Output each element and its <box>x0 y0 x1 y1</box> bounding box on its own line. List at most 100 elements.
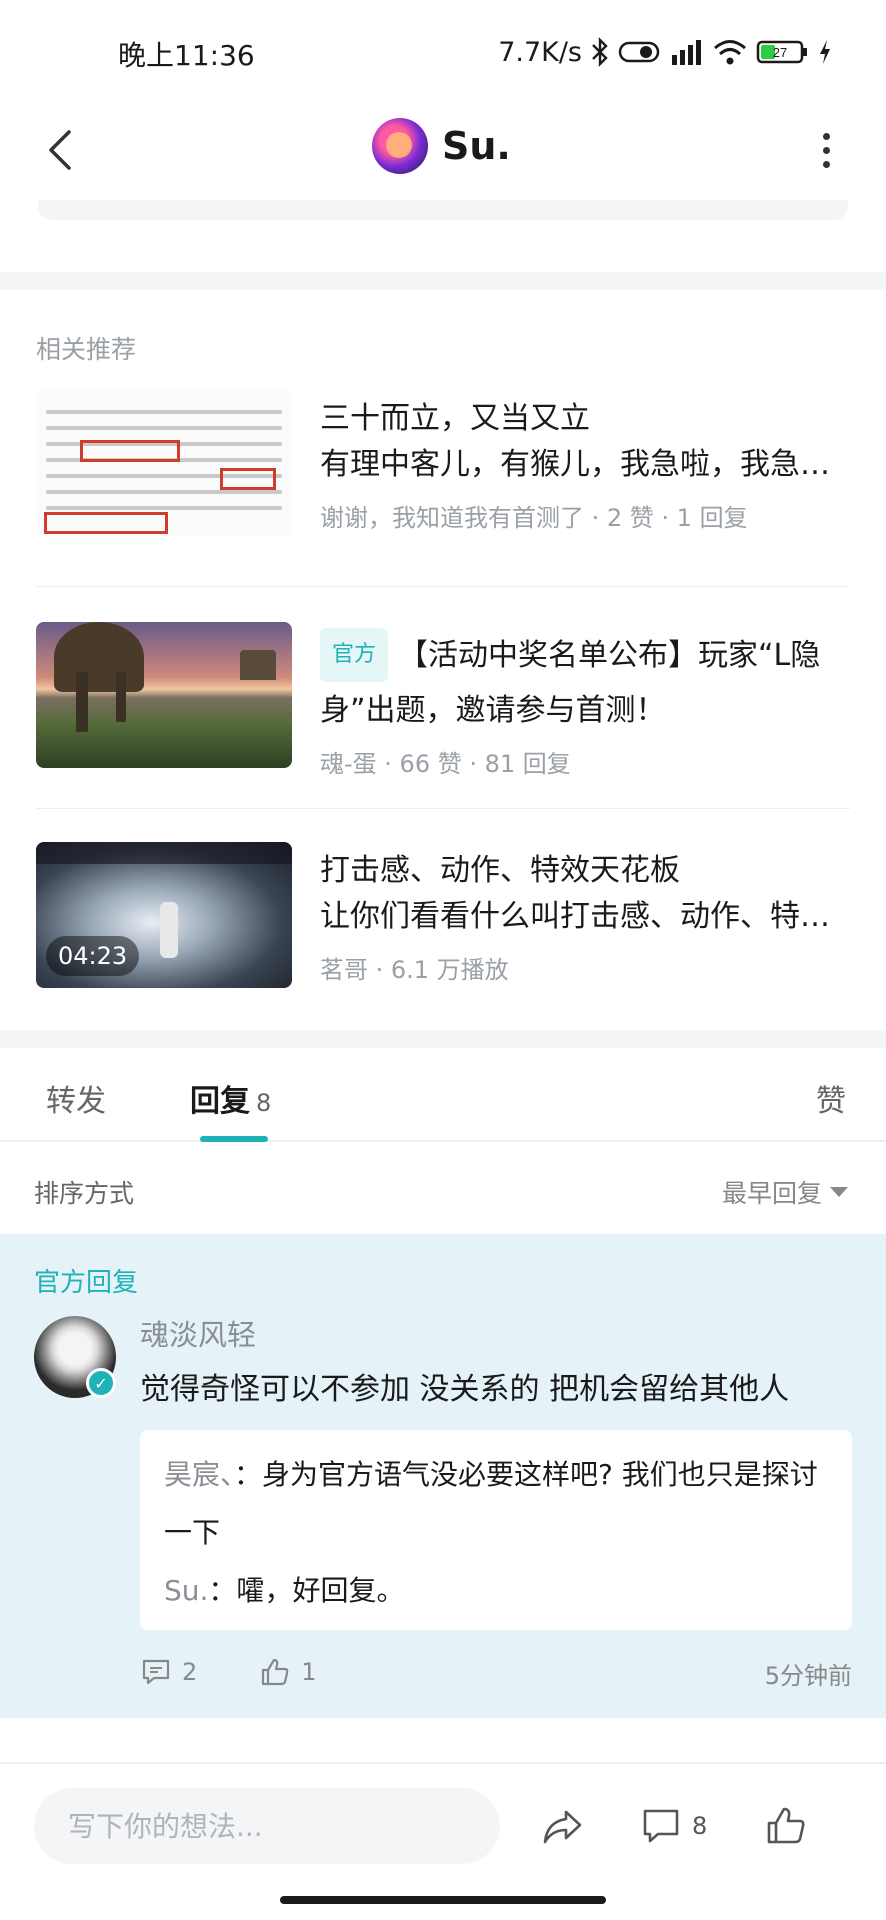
bottom-bar: 8 <box>0 1762 886 1886</box>
comment-input[interactable] <box>34 1788 500 1864</box>
related-section-title: 相关推荐 <box>36 335 137 364</box>
home-indicator <box>280 1896 606 1904</box>
related-title: 打击感、动作、特效天花板 <box>320 853 680 888</box>
reply-actions: 2 1 5分钟前 <box>140 1652 852 1692</box>
comments-count: 8 <box>692 1812 708 1840</box>
network-speed: 7.7K/s <box>498 36 582 68</box>
reply-author[interactable]: 魂淡风轻 <box>140 1312 256 1354</box>
more-dot-icon <box>822 160 830 168</box>
reply-text: 觉得奇怪可以不参加 没关系的 把机会留给其他人 <box>140 1372 790 1407</box>
thumbnail-image <box>36 390 292 536</box>
highlight-box <box>80 440 180 462</box>
page-title: Su. <box>442 124 511 168</box>
content-edge <box>38 200 848 220</box>
sort-row: 排序方式 最早回复 <box>0 1144 886 1234</box>
related-item[interactable]: 三十而立，又当又立 有理中客儿，有猴儿，我急啦，我急… 谢谢，我知道我有首测了 … <box>36 390 850 540</box>
caret-down-icon <box>830 1187 848 1197</box>
related-subtitle: 让你们看看什么叫打击感、动作、特… <box>320 899 830 934</box>
comment-icon <box>142 1659 170 1685</box>
toggle-icon <box>618 41 660 63</box>
section-divider <box>0 1030 886 1048</box>
status-time: 晚上11:36 <box>118 39 255 72</box>
tab-active-indicator <box>200 1136 268 1142</box>
sub-reply: 昊宸、：身为官方语气没必要这样吧? 我们也只是探讨一下 <box>164 1446 828 1562</box>
avatar[interactable] <box>372 118 428 174</box>
tab-like[interactable]: 赞 <box>816 1076 846 1120</box>
signal-icon <box>672 40 701 65</box>
tab-reply[interactable]: 回复 8 <box>190 1076 271 1120</box>
video-duration: 04:23 <box>46 936 140 976</box>
verified-icon: ✓ <box>86 1368 116 1398</box>
game-hud-bar <box>36 842 292 864</box>
sub-replies-box[interactable]: 昊宸、：身为官方语气没必要这样吧? 我们也只是探讨一下 Su.：嚯，好回复。 <box>140 1430 852 1630</box>
more-dot-icon <box>822 146 830 154</box>
official-badge: 官方 <box>320 628 389 682</box>
tab-forward[interactable]: 转发 <box>46 1076 106 1120</box>
reply-comment-button[interactable]: 2 <box>140 1656 197 1688</box>
related-meta: 魂-蛋 · 66 赞 · 81 回复 <box>320 750 571 778</box>
header: Su. <box>0 100 886 210</box>
related-title: 三十而立，又当又立 <box>320 401 590 436</box>
sub-reply-colon: ： <box>208 1574 237 1607</box>
reply-like-count: 1 <box>301 1658 317 1686</box>
comment-icon <box>643 1809 679 1843</box>
doc-text-line <box>46 490 282 494</box>
tree-trunk <box>116 672 126 722</box>
video-thumbnail: 04:23 <box>36 842 292 988</box>
sort-dropdown[interactable]: 最早回复 <box>722 1174 848 1210</box>
status-bar: 晚上11:36 7.7K/s 27 <box>0 0 886 100</box>
charging-icon <box>820 40 830 64</box>
tab-reply-count: 8 <box>256 1089 272 1117</box>
sub-reply-author[interactable]: Su. <box>164 1574 208 1607</box>
related-meta: 茗哥 · 6.1 万播放 <box>320 956 509 984</box>
tree-shape <box>54 622 144 692</box>
wifi-icon <box>714 40 746 65</box>
section-divider <box>0 272 886 290</box>
thumbs-up-icon <box>262 1658 289 1686</box>
header-user[interactable]: Su. <box>372 116 511 176</box>
spacer <box>0 1718 886 1762</box>
status-indicators: 7.7K/s 27 <box>498 34 832 70</box>
reply-comment-count: 2 <box>182 1658 198 1686</box>
official-reply-block: 官方回复 ✓ 魂淡风轻 觉得奇怪可以不参加 没关系的 把机会留给其他人 昊宸、：… <box>0 1234 886 1718</box>
tree-trunk <box>76 672 88 732</box>
related-item[interactable]: 04:23 打击感、动作、特效天花板 让你们看看什么叫打击感、动作、特… 茗哥 … <box>36 842 850 992</box>
reply-like-button[interactable]: 1 <box>259 1656 317 1688</box>
sub-reply-author[interactable]: 昊宸、 <box>164 1458 234 1491</box>
chevron-left-icon <box>49 130 71 170</box>
related-title: 官方 【活动中奖名单公布】玩家“L隐 <box>320 628 850 682</box>
sort-value: 最早回复 <box>721 1179 822 1208</box>
sub-reply-colon: ： <box>234 1458 263 1491</box>
thumbs-up-icon <box>767 1807 805 1844</box>
thumbnail-image <box>36 622 292 768</box>
battery-level: 27 <box>773 45 787 60</box>
divider <box>36 586 850 587</box>
battery-icon: 27 <box>756 40 807 64</box>
doc-text-line <box>46 426 282 430</box>
like-button[interactable] <box>764 1798 808 1854</box>
more-dot-icon <box>822 132 830 140</box>
more-options-button[interactable] <box>806 122 846 178</box>
back-button[interactable] <box>30 120 90 180</box>
related-subtitle: 身”出题，邀请参与首测！ <box>320 693 666 728</box>
highlight-box <box>220 468 276 490</box>
sort-label: 排序方式 <box>34 1179 135 1208</box>
related-subtitle: 有理中客儿，有猴儿，我急啦，我急… <box>320 447 830 482</box>
related-meta: 谢谢，我知道我有首测了 · 2 赞 · 1 回复 <box>320 504 748 532</box>
related-text: 打击感、动作、特效天花板 让你们看看什么叫打击感、动作、特… 茗哥 · 6.1 … <box>320 848 850 985</box>
share-button[interactable] <box>540 1798 584 1854</box>
doc-text-line <box>46 410 282 414</box>
sub-reply-text: 身为官方语气没必要这样吧? 我们也只是探讨一下 <box>164 1458 818 1549</box>
related-item[interactable]: 官方 【活动中奖名单公布】玩家“L隐 身”出题，邀请参与首测！ 魂-蛋 · 66 … <box>36 622 850 778</box>
highlight-box <box>44 512 168 534</box>
reply-time: 5分钟前 <box>764 1662 852 1690</box>
tab-reply-label: 回复 <box>190 1084 250 1119</box>
sub-reply-text: 嚯，好回复。 <box>236 1574 405 1607</box>
pavilion-shape <box>240 650 276 680</box>
tab-bar: 转发 回复 8 赞 <box>0 1048 886 1142</box>
share-icon <box>543 1810 582 1844</box>
sub-reply: Su.：嚯，好回复。 <box>164 1562 828 1620</box>
comments-button[interactable]: 8 <box>640 1798 707 1854</box>
doc-text-line <box>46 506 282 510</box>
official-reply-label: 官方回复 <box>34 1268 139 1298</box>
